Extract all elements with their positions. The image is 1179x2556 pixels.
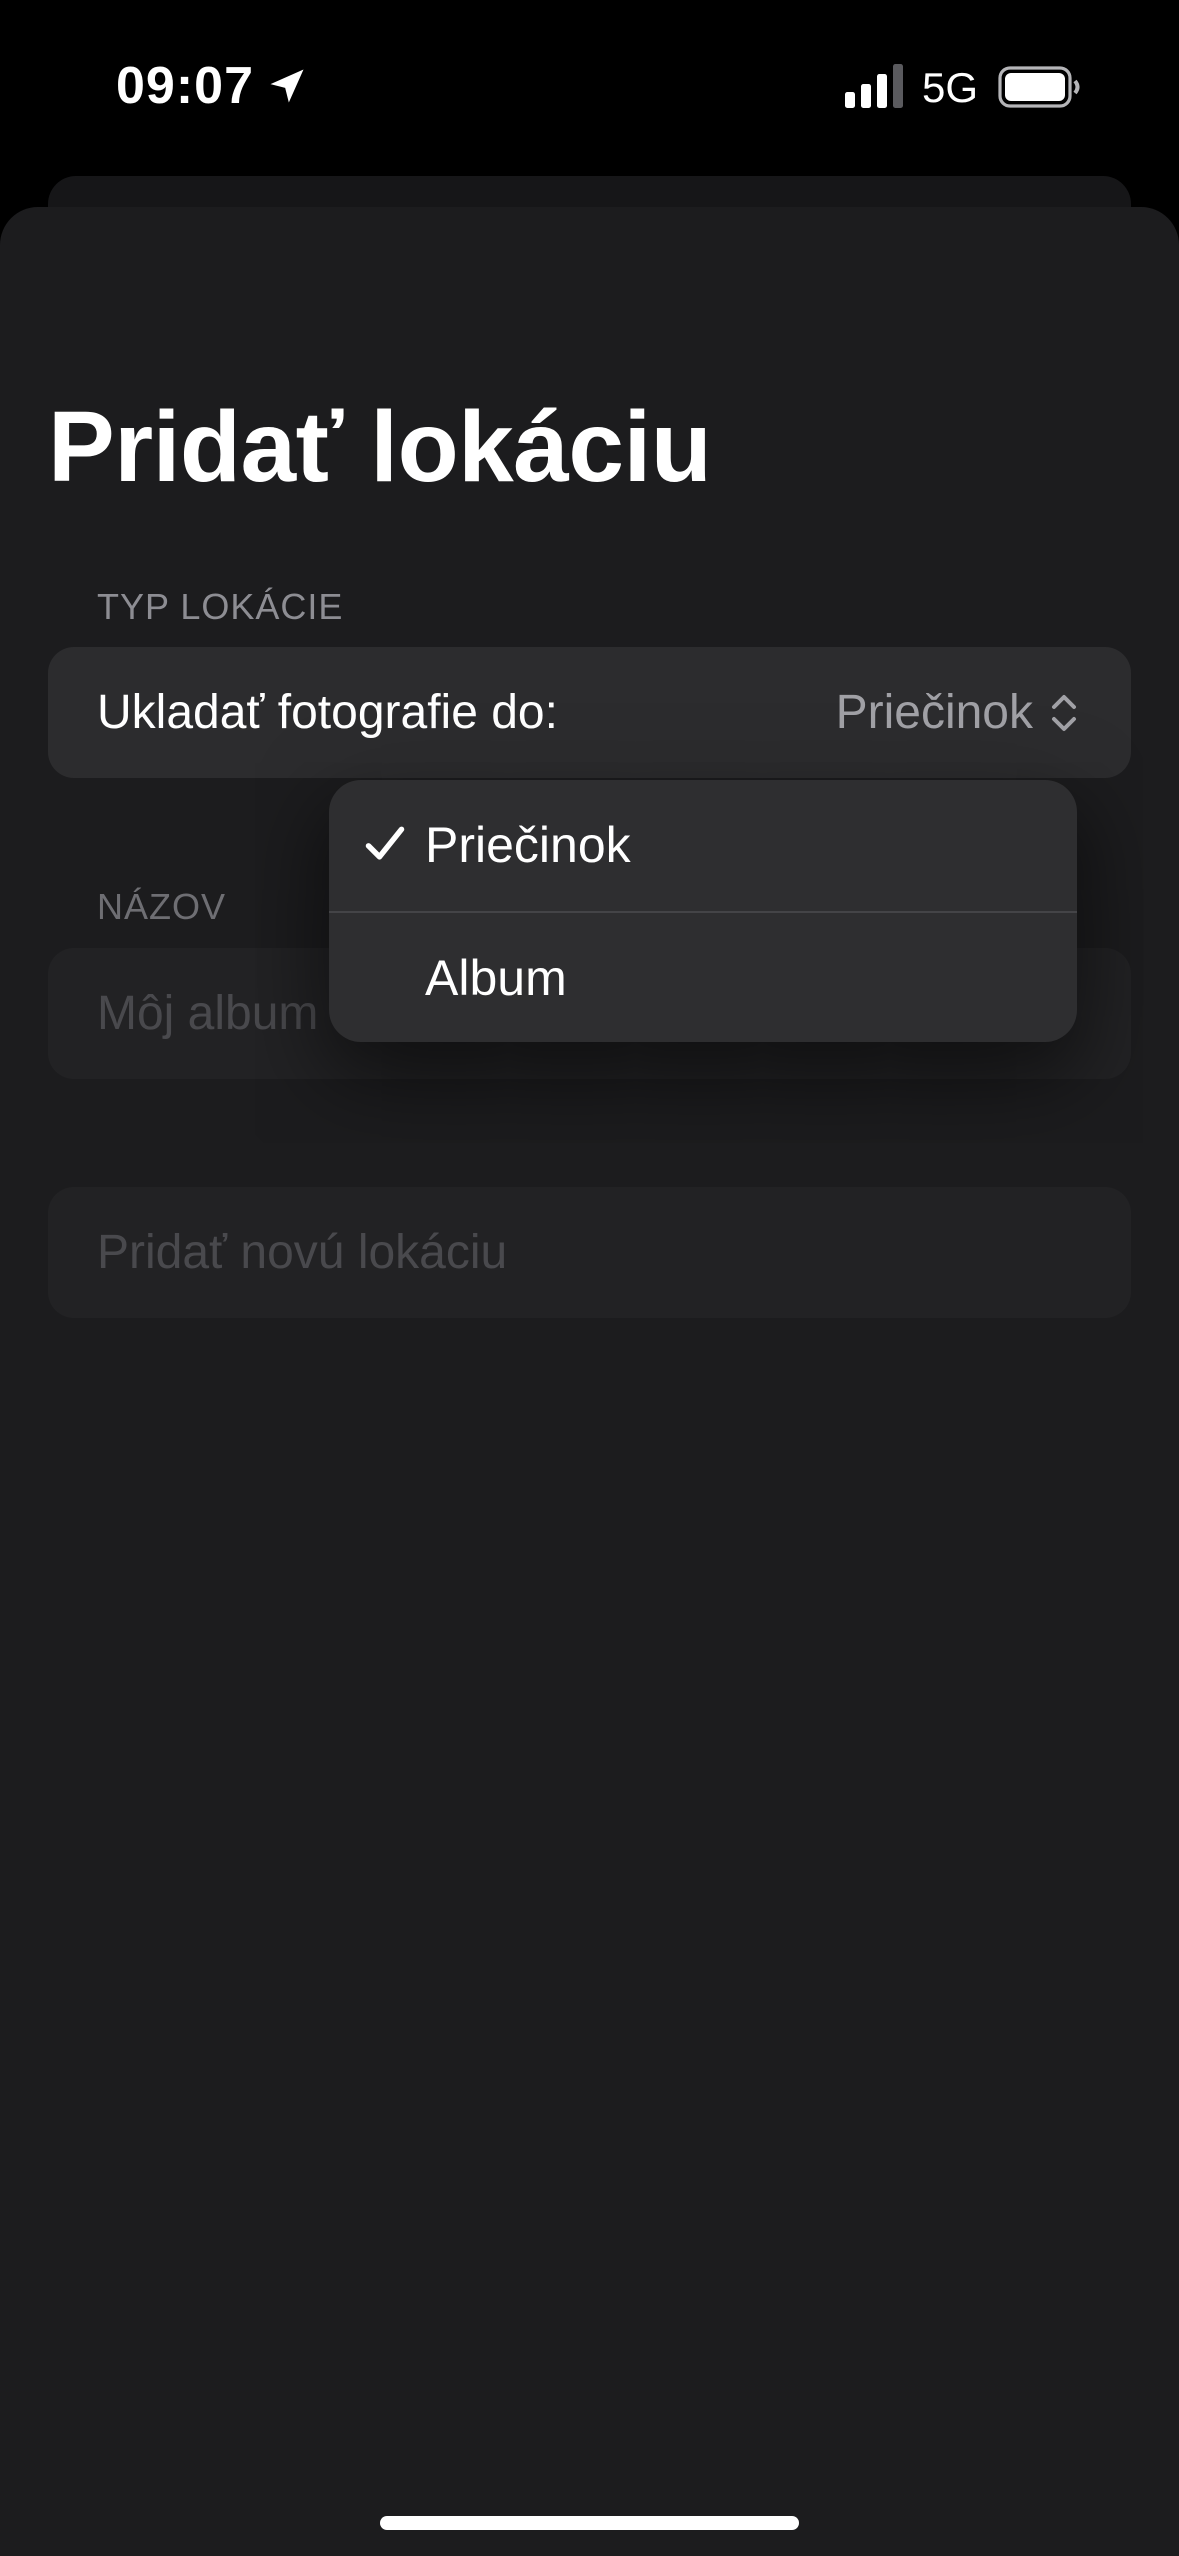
save-destination-label: Ukladať fotografie do: xyxy=(97,686,558,739)
menu-item-label: Priečinok xyxy=(425,817,631,873)
menu-item-folder[interactable]: Priečinok xyxy=(329,780,1077,911)
section-label-location-type: TYP LOKÁCIE xyxy=(97,586,344,627)
section-label-name: NÁZOV xyxy=(97,886,227,927)
add-location-sheet xyxy=(0,207,1179,2556)
location-arrow-icon xyxy=(270,69,304,103)
page-title: Pridať lokáciu xyxy=(48,391,712,503)
status-time: 09:07 xyxy=(116,57,254,115)
chevron-up-down-icon xyxy=(1052,695,1076,731)
add-location-button[interactable]: Pridať novú lokáciu xyxy=(48,1187,1131,1318)
network-type-label: 5G xyxy=(922,64,979,111)
name-field-placeholder: Môj album xyxy=(97,987,319,1040)
location-type-menu: Priečinok Album xyxy=(329,780,1077,1042)
save-destination-value: Priečinok xyxy=(835,686,1033,739)
screen: 09:07 5G Pridať lokáciu TYP LOKÁCIE Ukla… xyxy=(0,0,1179,2556)
cellular-signal-icon xyxy=(845,64,903,108)
save-destination-picker[interactable]: Ukladať fotografie do: Priečinok xyxy=(48,647,1131,778)
battery-icon xyxy=(998,66,1080,108)
status-bar: 09:07 5G xyxy=(0,0,1179,175)
add-location-button-label: Pridať novú lokáciu xyxy=(97,1226,508,1279)
menu-item-album[interactable]: Album xyxy=(329,911,1077,1042)
menu-item-label: Album xyxy=(425,950,567,1006)
home-indicator[interactable] xyxy=(380,2516,799,2530)
checkmark-icon xyxy=(365,826,405,860)
